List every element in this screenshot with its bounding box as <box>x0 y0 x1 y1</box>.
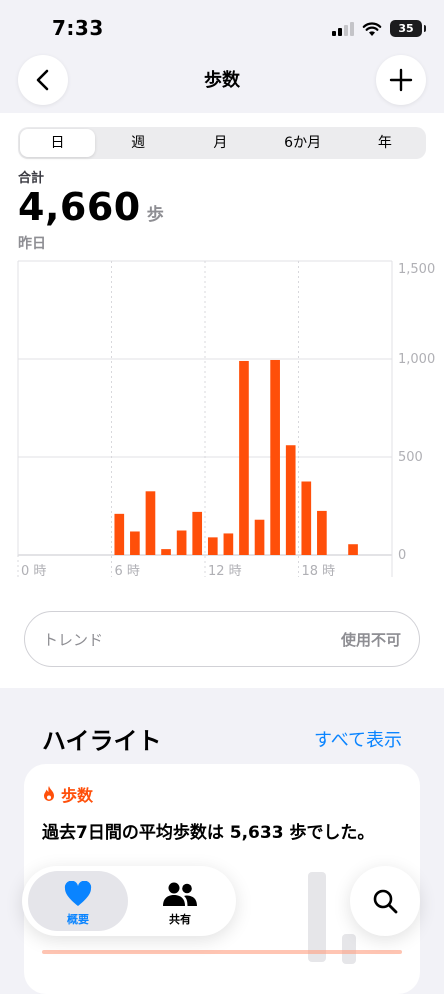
x-tick-label: 6 時 <box>115 564 140 579</box>
chart-bar <box>270 359 280 555</box>
highlight-chart-bar <box>308 872 326 962</box>
period-segmented-control: 日 週 月 6か月 年 <box>18 127 426 159</box>
chart-bar <box>192 511 203 555</box>
tab-sharing[interactable]: 共有 <box>130 871 230 931</box>
chart-bar <box>254 519 265 555</box>
y-tick-label: 1,500 <box>398 262 435 277</box>
segment-day[interactable]: 日 <box>20 129 95 157</box>
y-tick-label: 0 <box>398 548 406 563</box>
total-unit: 歩 <box>146 205 164 225</box>
tab-bar: 概要 共有 <box>22 866 236 936</box>
chart-bar <box>317 510 327 555</box>
status-bar: 7:33 35 <box>0 0 444 58</box>
y-tick-label: 1,000 <box>398 352 435 367</box>
chart-bar <box>114 513 125 555</box>
highlight-category: 歩数 <box>61 786 94 805</box>
trend-status: 使用不可 <box>340 631 401 649</box>
add-data-button[interactable] <box>376 55 426 105</box>
plus-icon <box>389 68 413 92</box>
search-icon <box>373 889 398 914</box>
highlight-chart-line <box>42 950 402 954</box>
trend-label: トレンド <box>43 631 104 649</box>
tab-summary-label: 概要 <box>67 913 89 926</box>
search-button[interactable] <box>350 866 420 936</box>
chart-bar <box>348 544 358 555</box>
status-icons: 35 <box>332 20 426 37</box>
tab-summary[interactable]: 概要 <box>28 871 128 931</box>
date-label: 昨日 <box>18 236 46 252</box>
chart-bar <box>239 360 249 555</box>
chart-bar <box>145 491 156 555</box>
chart-bar <box>285 445 296 555</box>
status-time: 7:33 <box>52 16 104 40</box>
x-tick-label: 18 時 <box>302 564 336 579</box>
total-label: 合計 <box>18 171 45 186</box>
wifi-icon <box>362 21 382 36</box>
steps-chart-svg: 0 500 1,000 1,500 0 時 6 時 12 時 18 時 <box>17 260 435 579</box>
chart-bar <box>207 537 218 555</box>
highlight-header: 歩数 <box>42 782 93 806</box>
segment-month[interactable]: 月 <box>179 127 261 159</box>
total-value-row: 4,660 歩 <box>18 185 164 229</box>
y-tick-label: 500 <box>398 450 423 465</box>
show-all-link[interactable]: すべて表示 <box>314 726 402 752</box>
highlight-text: 過去7日間の平均歩数は 5,633 歩でした。 <box>42 823 375 843</box>
total-value: 4,660 <box>18 185 141 229</box>
steps-card: 日 週 月 6か月 年 合計 4,660 歩 昨日 0 500 1,000 1,500… <box>0 113 444 688</box>
chart-bar <box>223 533 234 555</box>
segment-year[interactable]: 年 <box>344 127 426 159</box>
battery-icon: 35 <box>390 20 426 37</box>
segment-week[interactable]: 週 <box>97 127 179 159</box>
x-tick-label: 0 時 <box>21 564 46 579</box>
tab-sharing-label: 共有 <box>169 913 191 926</box>
highlights-title: ハイライト <box>42 727 162 755</box>
chart-bar <box>130 531 140 555</box>
chart-bar <box>161 549 171 555</box>
segment-6months[interactable]: 6か月 <box>262 127 344 159</box>
x-tick-label: 12 時 <box>208 564 242 579</box>
heart-icon <box>64 881 92 906</box>
chart-bar <box>176 530 187 555</box>
steps-chart[interactable]: 0 500 1,000 1,500 0 時 6 時 12 時 18 時 <box>0 253 444 583</box>
chart-bar <box>301 481 312 555</box>
cellular-signal-icon <box>332 21 354 36</box>
flame-icon <box>44 786 54 801</box>
people-icon <box>163 882 197 906</box>
trend-row[interactable]: トレンド 使用不可 <box>24 611 420 667</box>
